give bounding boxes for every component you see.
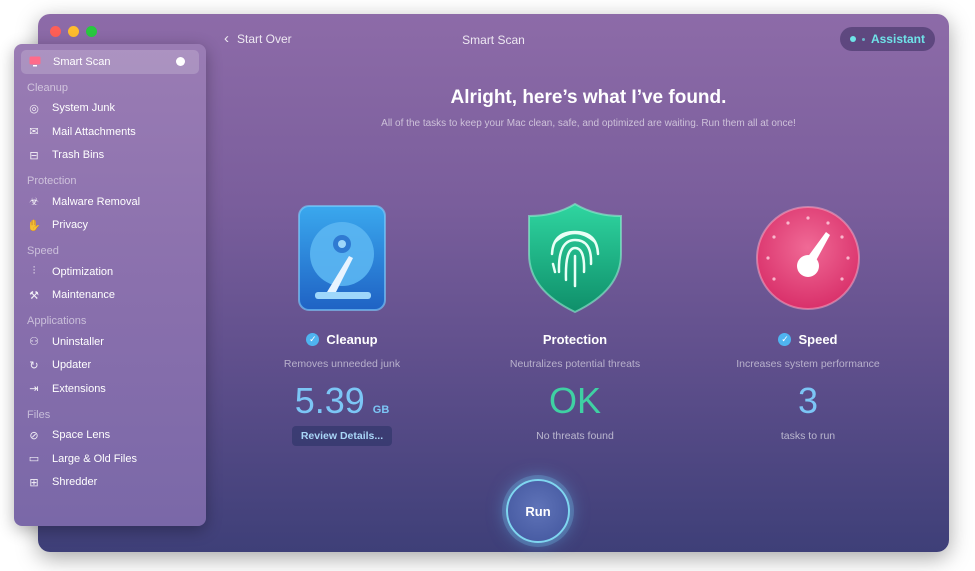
cleanup-title: ✓ Cleanup [237, 332, 447, 347]
speed-metric: 3 [703, 380, 913, 424]
cleanup-card: ✓ Cleanup Removes unneeded junk 5.39 GB … [237, 200, 447, 446]
sidebar-item-mail-attachments[interactable]: ✉ Mail Attachments [14, 120, 206, 144]
sliders-icon: ⫶ [32, 265, 36, 278]
sidebar-item-uninstaller[interactable]: ⚇ Uninstaller [14, 330, 206, 354]
extensions-icon: ⇥ [29, 383, 39, 396]
results-subline: All of the tasks to keep your Mac clean,… [381, 118, 796, 129]
protection-value: OK [548, 380, 601, 421]
speed-card: ✓ Speed Increases system performance 3 t… [703, 200, 913, 442]
sidebar-section-speed: Speed [27, 245, 59, 257]
sidebar-item-large-old-files[interactable]: ▭ Large & Old Files [14, 447, 206, 471]
sidebar-item-optimization[interactable]: ⫶ Optimization [14, 260, 206, 284]
biohazard-icon: ☣ [29, 196, 39, 209]
monitor-scan-icon [29, 56, 41, 68]
speedometer-icon [703, 200, 913, 316]
sidebar-section-files: Files [27, 408, 51, 421]
hard-drive-icon [237, 200, 447, 316]
sidebar-item-maintenance[interactable]: ⚒ Maintenance [14, 284, 206, 308]
sidebar-item-malware-removal[interactable]: ☣ Malware Removal [14, 190, 206, 214]
sidebar-item-label: Smart Scan [53, 55, 111, 68]
sidebar-item-label: Extensions [52, 382, 106, 395]
sidebar-item-label: Space Lens [52, 429, 111, 442]
assistant-small-dot-icon [861, 37, 865, 41]
sidebar-item-smart-scan[interactable]: Smart Scan [21, 50, 199, 74]
assistant-dot-icon [849, 36, 856, 42]
sidebar-item-space-lens[interactable]: ⊘ Space Lens [14, 424, 206, 448]
check-icon: ✓ [306, 333, 320, 346]
results-headline: Alright, here’s what I’ve found. [450, 87, 727, 108]
uninstaller-icon: ⚇ [29, 336, 39, 349]
sidebar-item-extensions[interactable]: ⇥ Extensions [14, 377, 206, 401]
sidebar-item-label: System Junk [52, 102, 115, 115]
cleanup-unit: GB [372, 404, 390, 416]
assistant-button[interactable]: Assistant [839, 27, 935, 51]
protection-title-text: Protection [542, 332, 608, 347]
sidebar-item-label: Privacy [52, 219, 89, 232]
sidebar-item-label: Updater [52, 359, 92, 372]
trash-icon: ⊟ [29, 149, 39, 162]
sidebar-item-privacy[interactable]: ✋ Privacy [14, 214, 206, 238]
run-button[interactable]: Run [506, 479, 570, 543]
protection-subtext: No threats found [536, 430, 614, 442]
wrench-icon: ⚒ [29, 289, 39, 302]
sidebar-section-applications: Applications [27, 315, 87, 327]
sidebar-item-label: Large & Old Files [52, 452, 137, 465]
cleanup-metric: 5.39 GB [237, 380, 447, 424]
shredder-icon: ⊞ [29, 476, 39, 489]
sidebar-item-trash-bins[interactable]: ⊟ Trash Bins [14, 144, 206, 168]
sidebar-section-cleanup: Cleanup [27, 81, 68, 94]
speed-title: ✓ Speed [703, 332, 913, 347]
check-icon: ✓ [778, 333, 792, 346]
speed-value: 3 [797, 380, 819, 421]
sidebar-item-label: Uninstaller [52, 335, 104, 348]
review-details-button[interactable]: Review Details... [291, 426, 393, 446]
sidebar-item-label: Shredder [52, 476, 98, 489]
protection-card: Protection Neutralizes potential threats… [470, 200, 680, 442]
sidebar-item-label: Maintenance [52, 289, 115, 302]
sidebar-item-system-junk[interactable]: ◎ System Junk [14, 97, 206, 121]
folder-icon: ▭ [28, 453, 40, 466]
system-junk-icon: ◎ [29, 102, 39, 115]
hand-icon: ✋ [27, 219, 41, 232]
sidebar-item-label: Trash Bins [52, 149, 105, 162]
fingerprint-shield-icon [470, 200, 680, 316]
sidebar-item-updater[interactable]: ↻ Updater [14, 354, 206, 378]
sidebar-item-label: Mail Attachments [52, 125, 136, 138]
sidebar: Smart Scan Cleanup ◎ System Junk ✉ Mail … [14, 44, 206, 526]
updater-icon: ↻ [29, 359, 39, 372]
speed-title-text: Speed [798, 332, 838, 347]
active-dot-icon [176, 57, 185, 67]
lens-icon: ⊘ [29, 429, 39, 442]
sidebar-item-label: Optimization [52, 265, 114, 278]
protection-title: Protection [470, 332, 680, 347]
sidebar-item-shredder[interactable]: ⊞ Shredder [14, 471, 206, 495]
sidebar-item-label: Malware Removal [52, 195, 141, 208]
speed-subtext: tasks to run [780, 430, 836, 442]
mail-icon: ✉ [29, 126, 39, 139]
speed-description: Increases system performance [736, 358, 880, 370]
protection-metric: OK [470, 380, 680, 424]
cleanup-value: 5.39 [294, 380, 365, 421]
sidebar-section-protection: Protection [27, 175, 77, 187]
cleanup-description: Removes unneeded junk [283, 358, 401, 370]
assistant-label: Assistant [870, 32, 925, 46]
cleanup-title-text: Cleanup [326, 332, 378, 347]
protection-description: Neutralizes potential threats [509, 358, 641, 370]
